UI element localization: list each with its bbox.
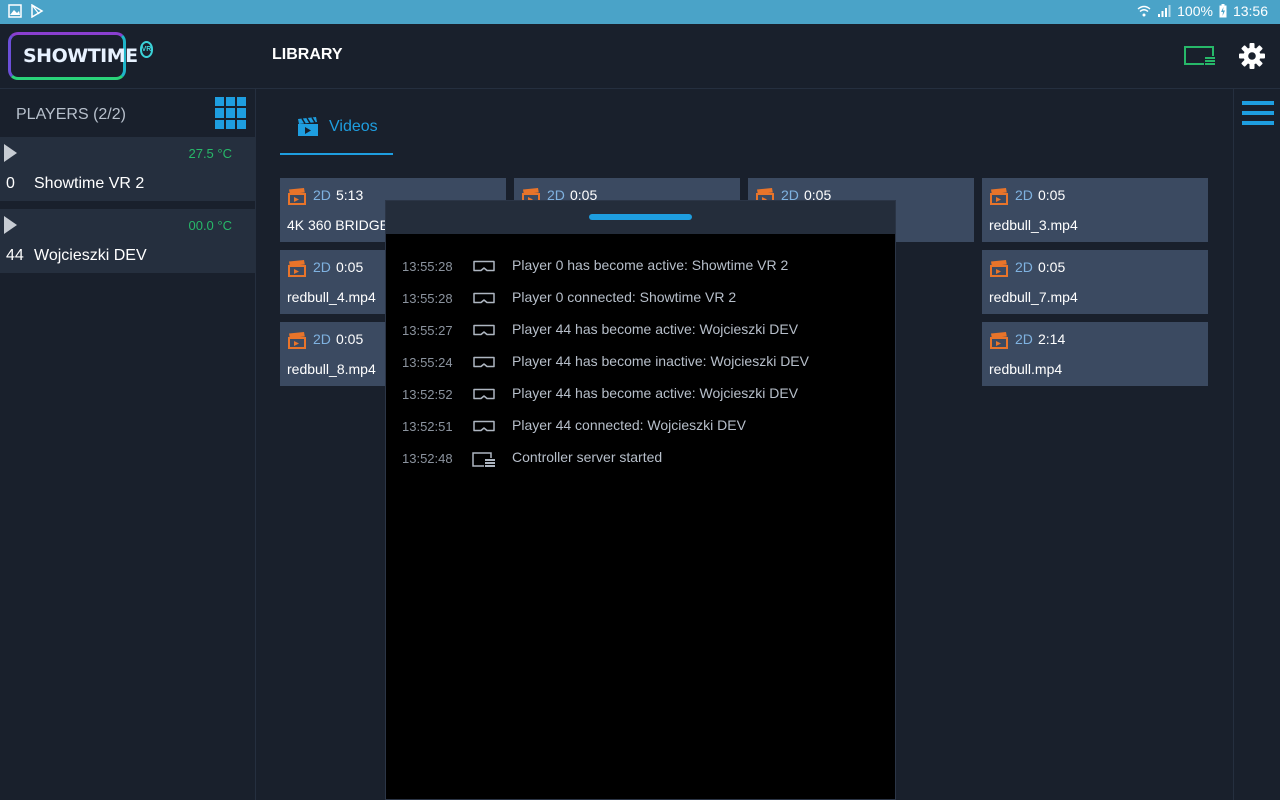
video-clapper-icon bbox=[288, 260, 306, 277]
grid-cell bbox=[237, 119, 246, 129]
log-entry: 13:52:52 Player 44 has become active: Woj… bbox=[386, 367, 895, 402]
menu-line bbox=[1242, 101, 1274, 105]
logo-vr-badge: VR bbox=[139, 40, 154, 58]
grid-cell bbox=[237, 97, 246, 107]
log-entry: 13:55:28 Player 0 connected: Showtime VR … bbox=[386, 271, 895, 306]
video-format: 2D bbox=[313, 259, 331, 275]
video-clapper-icon bbox=[990, 332, 1008, 349]
player-temperature: 27.5 °C bbox=[188, 146, 232, 161]
video-title: redbull_7.mp4 bbox=[989, 289, 1078, 305]
video-format: 2D bbox=[313, 331, 331, 347]
battery-percent: 100% bbox=[1177, 3, 1213, 19]
wifi-icon bbox=[1137, 5, 1151, 17]
video-clapper-icon bbox=[288, 332, 306, 349]
app-header: SHOWTIME VR LIBRARY bbox=[0, 24, 1280, 89]
video-clapper-icon bbox=[990, 188, 1008, 205]
clapperboard-icon bbox=[298, 117, 318, 136]
player-item[interactable]: 00.0 °C 44 Wojcieszki DEV bbox=[0, 209, 256, 273]
player-id: 44 bbox=[6, 247, 24, 264]
log-entry: 13:55:28 Player 0 has become active: Show… bbox=[386, 239, 895, 274]
log-entry: 13:55:24 Player 44 has become inactive: W… bbox=[386, 335, 895, 370]
video-clapper-icon bbox=[990, 260, 1008, 277]
settings-button[interactable] bbox=[1238, 42, 1266, 75]
menu-button[interactable] bbox=[1242, 101, 1274, 125]
video-duration: 0:05 bbox=[1038, 259, 1066, 275]
gallery-icon bbox=[8, 4, 22, 18]
player-name: Wojcieszki DEV bbox=[34, 247, 147, 264]
grid-cell bbox=[237, 108, 246, 118]
menu-line bbox=[1242, 111, 1274, 115]
video-clapper-icon bbox=[288, 188, 306, 205]
status-time: 13:56 bbox=[1232, 3, 1268, 19]
tab-videos[interactable]: Videos bbox=[280, 101, 393, 155]
controller-screen-button[interactable] bbox=[1184, 46, 1216, 71]
log-time: 13:52:48 bbox=[402, 451, 453, 466]
grid-cell bbox=[226, 97, 235, 107]
players-title: PLAYERS (2/2) bbox=[16, 106, 126, 123]
status-bar: 100% 13:56 bbox=[0, 0, 1280, 24]
drag-handle[interactable] bbox=[589, 214, 692, 220]
player-item[interactable]: 27.5 °C 0 Showtime VR 2 bbox=[0, 137, 256, 201]
grid-cell bbox=[215, 108, 224, 118]
video-duration: 0:05 bbox=[336, 331, 364, 347]
play-icon[interactable] bbox=[4, 216, 17, 234]
page-title: LIBRARY bbox=[272, 46, 343, 63]
play-icon[interactable] bbox=[4, 144, 17, 162]
video-format: 2D bbox=[1015, 259, 1033, 275]
grid-cell bbox=[215, 97, 224, 107]
players-sidebar: PLAYERS (2/2) 27.5 °C 0 Showtime VR 2 00… bbox=[0, 89, 256, 800]
log-message: Controller server started bbox=[512, 449, 663, 465]
video-duration: 2:14 bbox=[1038, 331, 1066, 347]
video-duration: 0:05 bbox=[1038, 187, 1066, 203]
grid-cell bbox=[226, 119, 235, 129]
log-panel: 13:55:28 Player 0 has become active: Show… bbox=[385, 200, 896, 800]
video-format: 2D bbox=[313, 187, 331, 203]
video-card[interactable]: 2D 2:14 redbull.mp4 bbox=[982, 322, 1208, 386]
grid-view-button[interactable] bbox=[215, 97, 247, 129]
video-card[interactable]: 2D 0:05 redbull_7.mp4 bbox=[982, 250, 1208, 314]
video-card[interactable]: 2D 0:05 redbull_3.mp4 bbox=[982, 178, 1208, 242]
video-format: 2D bbox=[1015, 187, 1033, 203]
screen-server-icon bbox=[1184, 46, 1215, 65]
showtime-logo: SHOWTIME VR bbox=[8, 32, 154, 80]
video-title: redbull.mp4 bbox=[989, 361, 1063, 377]
server-icon bbox=[472, 452, 495, 467]
play-store-icon bbox=[31, 4, 44, 18]
log-entry: 13:52:51 Player 44 connected: Wojcieszki … bbox=[386, 399, 895, 434]
tab-label: Videos bbox=[329, 118, 378, 135]
grid-cell bbox=[215, 119, 224, 129]
menu-line bbox=[1242, 121, 1274, 125]
logo-text: SHOWTIME bbox=[23, 45, 138, 67]
grid-cell bbox=[226, 108, 235, 118]
video-duration: 0:05 bbox=[336, 259, 364, 275]
gear-icon bbox=[1239, 43, 1265, 69]
right-rail bbox=[1233, 89, 1280, 800]
signal-icon bbox=[1158, 5, 1171, 17]
battery-charging-icon bbox=[1219, 4, 1227, 18]
player-id: 0 bbox=[6, 175, 15, 192]
video-format: 2D bbox=[1015, 331, 1033, 347]
player-temperature: 00.0 °C bbox=[188, 218, 232, 233]
player-name: Showtime VR 2 bbox=[34, 175, 145, 192]
video-duration: 5:13 bbox=[336, 187, 364, 203]
log-panel-header[interactable] bbox=[386, 201, 895, 234]
log-entry: 13:52:48 Controller server started bbox=[386, 431, 895, 467]
log-entry: 13:55:27 Player 44 has become active: Woj… bbox=[386, 303, 895, 338]
video-title: redbull_3.mp4 bbox=[989, 217, 1078, 233]
